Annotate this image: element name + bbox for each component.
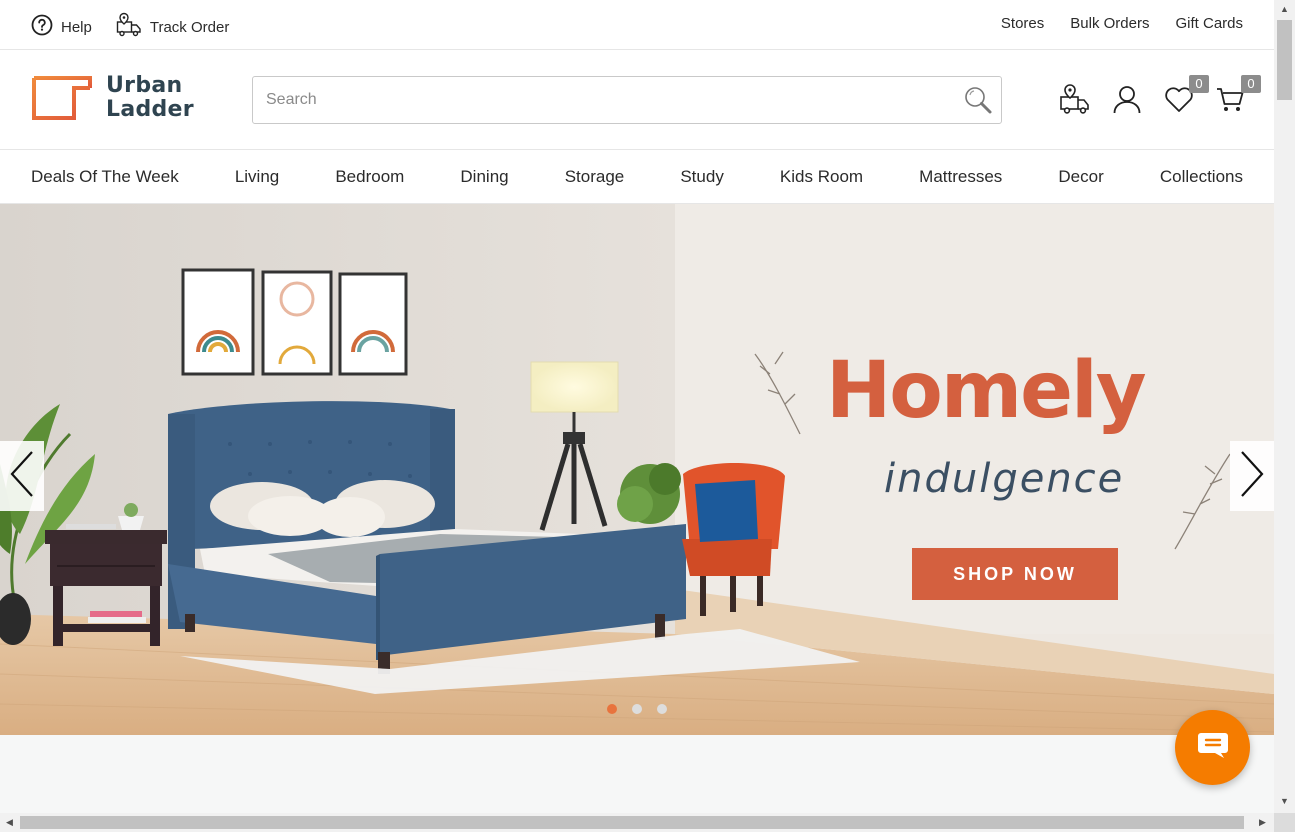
cart-icon[interactable]: 0: [1215, 75, 1261, 115]
magnifier-icon[interactable]: [963, 85, 993, 115]
carousel-dot-2[interactable]: [632, 704, 642, 714]
nav-item-storage[interactable]: Storage: [565, 167, 625, 187]
horizontal-scrollbar[interactable]: ◀ ▶: [0, 813, 1274, 832]
scroll-left-icon[interactable]: ◀: [6, 817, 13, 828]
brand-line-2: Ladder: [106, 97, 194, 122]
nav-item-living[interactable]: Living: [235, 167, 279, 187]
nav-item-bedroom[interactable]: Bedroom: [335, 167, 404, 187]
scroll-down-icon[interactable]: ▼: [1280, 796, 1289, 806]
chevron-right-icon: [1238, 449, 1266, 504]
hero-subtitle: indulgence: [884, 456, 1125, 502]
search-box: [252, 76, 1002, 124]
chat-icon: [1196, 730, 1230, 765]
page-viewport: Help Track Order Stores Bulk Orders Gift…: [0, 0, 1274, 813]
nav-item-deals[interactable]: Deals Of The Week: [31, 167, 179, 187]
search-input[interactable]: [253, 77, 933, 123]
utility-bar: Help Track Order Stores Bulk Orders Gift…: [0, 0, 1274, 50]
scroll-up-icon[interactable]: ▲: [1280, 4, 1289, 14]
carousel-next-button[interactable]: [1230, 441, 1274, 511]
nav-item-collections[interactable]: Collections: [1160, 167, 1243, 187]
header-actions: 0 0: [1059, 75, 1261, 115]
chevron-left-icon: [8, 449, 36, 504]
brand-wordmark: Urban Ladder: [106, 74, 194, 122]
logo-mark-icon: [32, 76, 92, 120]
brand-logo[interactable]: Urban Ladder: [32, 74, 194, 122]
delivery-truck-icon: [116, 12, 142, 42]
gift-cards-link[interactable]: Gift Cards: [1175, 15, 1243, 32]
carousel-dots: [607, 704, 667, 714]
nav-item-mattresses[interactable]: Mattresses: [919, 167, 1002, 187]
help-label: Help: [61, 18, 92, 36]
utility-right: Stores Bulk Orders Gift Cards: [1001, 15, 1243, 32]
main-header: Urban Ladder 0 0: [0, 50, 1274, 150]
nav-item-study[interactable]: Study: [680, 167, 723, 187]
nav-item-decor[interactable]: Decor: [1058, 167, 1103, 187]
stores-link[interactable]: Stores: [1001, 15, 1044, 32]
bulk-orders-link[interactable]: Bulk Orders: [1070, 15, 1149, 32]
vertical-scroll-thumb[interactable]: [1277, 20, 1292, 100]
cart-count-badge: 0: [1241, 75, 1261, 93]
carousel-prev-button[interactable]: [0, 441, 44, 511]
user-icon[interactable]: [1111, 83, 1143, 115]
wishlist-count-badge: 0: [1189, 75, 1209, 93]
heart-icon[interactable]: 0: [1163, 75, 1209, 115]
nav-item-dining[interactable]: Dining: [460, 167, 508, 187]
help-link[interactable]: Help: [31, 14, 92, 40]
carousel-dot-3[interactable]: [657, 704, 667, 714]
hero-carousel: Homely indulgence SHOP NOW: [0, 204, 1274, 735]
store-location-icon[interactable]: [1059, 83, 1091, 115]
category-nav: Deals Of The Week Living Bedroom Dining …: [0, 150, 1274, 204]
nav-item-kids-room[interactable]: Kids Room: [780, 167, 863, 187]
shop-now-button[interactable]: SHOP NOW: [912, 548, 1118, 600]
help-circle-icon: [31, 14, 53, 40]
scroll-right-icon[interactable]: ▶: [1259, 817, 1266, 828]
vertical-scrollbar[interactable]: ▲ ▼: [1274, 0, 1295, 813]
hero-title: Homely: [826, 346, 1147, 436]
brand-line-1: Urban: [106, 73, 183, 98]
horizontal-scroll-thumb[interactable]: [20, 816, 1244, 829]
carousel-dot-1[interactable]: [607, 704, 617, 714]
chat-button[interactable]: [1175, 710, 1250, 785]
scrollbar-corner: [1274, 813, 1295, 832]
utility-left: Help Track Order: [31, 12, 229, 42]
track-order-label: Track Order: [149, 18, 230, 36]
track-order-link[interactable]: Track Order: [116, 12, 229, 42]
category-nav-list: Deals Of The Week Living Bedroom Dining …: [0, 150, 1274, 204]
